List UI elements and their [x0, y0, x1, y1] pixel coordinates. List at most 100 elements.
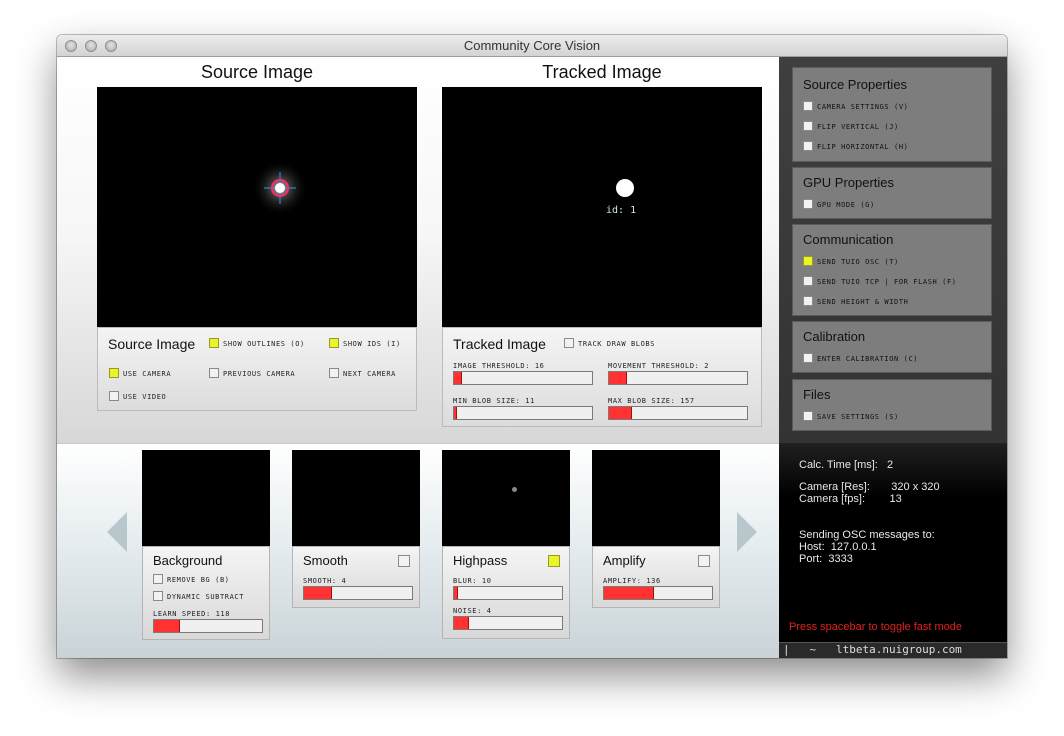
- smooth-panel: Smooth SMOOTH: 4: [292, 546, 420, 608]
- properties-sidebar: Source Properties CAMERA SETTINGS (V) FL…: [779, 57, 1007, 443]
- camera-settings-checkbox[interactable]: [803, 101, 813, 111]
- amplify-panel: Amplify AMPLIFY: 136: [592, 546, 720, 608]
- min-blob-size-slider[interactable]: [453, 406, 593, 420]
- smooth-fill: [304, 587, 333, 599]
- noise-label: NOISE: 4: [453, 607, 492, 615]
- track-draw-blobs-label: TRACK DRAW BLOBS: [578, 340, 656, 348]
- image-threshold-fill: [454, 372, 463, 384]
- files-group: Files SAVE SETTINGS (S): [792, 379, 992, 431]
- blob-id-label: id: 1: [606, 205, 637, 216]
- previous-camera-button[interactable]: [209, 368, 219, 378]
- status-panel: Calc. Time [ms]: 2 Camera [Res]: 320 x 3…: [779, 443, 1007, 658]
- source-image-title: Source Image: [200, 62, 314, 82]
- source-properties-group: Source Properties CAMERA SETTINGS (V) FL…: [792, 67, 992, 162]
- smooth-thumbnail: [292, 450, 420, 546]
- next-camera-label: NEXT CAMERA: [343, 370, 396, 378]
- blur-fill: [454, 587, 459, 599]
- image-threshold-label: IMAGE THRESHOLD: 16: [453, 362, 545, 370]
- learn-speed-label: LEARN SPEED: 118: [153, 610, 231, 618]
- smooth-label: SMOOTH: 4: [303, 577, 347, 585]
- enter-calibration-label: ENTER CALIBRATION (C): [817, 355, 919, 363]
- fast-mode-hint: Press spacebar to toggle fast mode: [789, 621, 963, 633]
- send-height-width-checkbox[interactable]: [803, 296, 813, 306]
- flip-horizontal-checkbox[interactable]: [803, 141, 813, 151]
- minimize-window-button[interactable]: [85, 40, 97, 52]
- next-filter-arrow-icon[interactable]: [737, 512, 757, 552]
- tracked-image-title: Tracked Image: [542, 62, 662, 82]
- send-tuio-tcp-label: SEND TUIO TCP | FOR FLASH (F): [817, 278, 957, 286]
- background-thumbnail: [142, 450, 270, 546]
- movement-threshold-slider[interactable]: [608, 371, 748, 385]
- calibration-group: Calibration ENTER CALIBRATION (C): [792, 321, 992, 373]
- show-outlines-label: SHOW OUTLINES (O): [223, 340, 305, 348]
- dynamic-subtract-label: DYNAMIC SUBTRACT: [167, 593, 245, 601]
- smooth-slider[interactable]: [303, 586, 413, 600]
- title-bar: Community Core Vision: [57, 35, 1007, 57]
- show-ids-checkbox[interactable]: [329, 338, 339, 348]
- gpu-mode-checkbox[interactable]: [803, 199, 813, 209]
- previous-filter-arrow-icon[interactable]: [107, 512, 127, 552]
- remove-bg-checkbox[interactable]: [153, 574, 163, 584]
- background-title: Background: [153, 553, 223, 568]
- close-window-button[interactable]: [65, 40, 77, 52]
- max-blob-size-slider[interactable]: [608, 406, 748, 420]
- camera-fps-text: Camera [fps]: 13: [799, 493, 902, 505]
- previous-camera-label: PREVIOUS CAMERA: [223, 370, 296, 378]
- flip-vertical-checkbox[interactable]: [803, 121, 813, 131]
- send-height-width-label: SEND HEIGHT & WIDTH: [817, 298, 909, 306]
- save-settings-checkbox[interactable]: [803, 411, 813, 421]
- highpass-blob-dot: [512, 487, 517, 492]
- amplify-slider[interactable]: [603, 586, 713, 600]
- min-blob-size-label: MIN BLOB SIZE: 11: [453, 397, 535, 405]
- footer-link[interactable]: | ~ ltbeta.nuigroup.com: [783, 643, 962, 656]
- window-title: Community Core Vision: [463, 38, 601, 53]
- image-threshold-slider[interactable]: [453, 371, 593, 385]
- highpass-enable-checkbox[interactable]: [548, 555, 560, 567]
- flip-horizontal-label: FLIP HORIZONTAL (H): [817, 143, 909, 151]
- show-outlines-checkbox[interactable]: [209, 338, 219, 348]
- use-camera-checkbox[interactable]: [109, 368, 119, 378]
- source-controls-panel: Source Image SHOW OUTLINES (O) SHOW IDS …: [97, 327, 417, 411]
- noise-fill: [454, 617, 470, 629]
- save-settings-label: SAVE SETTINGS (S): [817, 413, 899, 421]
- camera-res-text: Camera [Res]: 320 x 320: [799, 481, 940, 493]
- gpu-mode-label: GPU MODE (G): [817, 201, 875, 209]
- zoom-window-button[interactable]: [105, 40, 117, 52]
- track-draw-blobs-checkbox[interactable]: [564, 338, 574, 348]
- amplify-label: AMPLIFY: 136: [603, 577, 661, 585]
- amplify-title: Amplify: [603, 553, 646, 568]
- send-tuio-osc-checkbox[interactable]: [803, 256, 813, 266]
- host-text: Host: 127.0.0.1: [799, 541, 877, 553]
- source-panel-label: Source Image: [108, 336, 196, 352]
- use-video-checkbox[interactable]: [109, 391, 119, 401]
- source-blob-marker: [252, 160, 308, 216]
- gpu-properties-group: GPU Properties GPU MODE (G): [792, 167, 992, 219]
- gpu-properties-title: GPU Properties: [803, 175, 895, 190]
- calc-time-text: Calc. Time [ms]: 2: [799, 459, 894, 471]
- amplify-enable-checkbox[interactable]: [698, 555, 710, 567]
- movement-threshold-label: MOVEMENT THRESHOLD: 2: [608, 362, 710, 370]
- remove-bg-label: REMOVE BG (B): [167, 576, 230, 584]
- amplify-thumbnail: [592, 450, 720, 546]
- amplify-fill: [604, 587, 654, 599]
- send-tuio-osc-label: SEND TUIO OSC (T): [817, 258, 899, 266]
- source-properties-title: Source Properties: [803, 77, 908, 92]
- noise-slider[interactable]: [453, 616, 563, 630]
- send-tuio-tcp-checkbox[interactable]: [803, 276, 813, 286]
- tracked-panel-label: Tracked Image: [453, 336, 546, 352]
- smooth-enable-checkbox[interactable]: [398, 555, 410, 567]
- learn-speed-slider[interactable]: [153, 619, 263, 633]
- footer-bar: | ~ ltbeta.nuigroup.com: [779, 642, 1007, 658]
- min-blob-size-fill: [454, 407, 457, 419]
- communication-group: Communication SEND TUIO OSC (T) SEND TUI…: [792, 224, 992, 316]
- dynamic-subtract-checkbox[interactable]: [153, 591, 163, 601]
- tracked-image-view: id: 1: [442, 87, 762, 327]
- communication-title: Communication: [803, 232, 894, 247]
- calibration-title: Calibration: [803, 329, 866, 344]
- next-camera-button[interactable]: [329, 368, 339, 378]
- blur-slider[interactable]: [453, 586, 563, 600]
- movement-threshold-fill: [609, 372, 627, 384]
- max-blob-size-label: MAX BLOB SIZE: 157: [608, 397, 695, 405]
- enter-calibration-checkbox[interactable]: [803, 353, 813, 363]
- use-video-label: USE VIDEO: [123, 393, 167, 401]
